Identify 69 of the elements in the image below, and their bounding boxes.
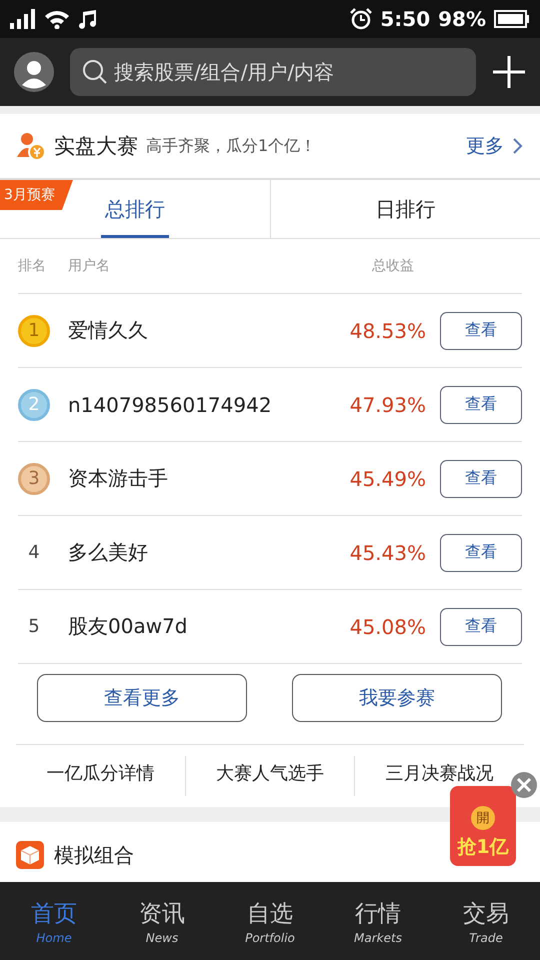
slogan-text: 高手齐聚，瓜分1个亿！ [146, 136, 318, 156]
view-button[interactable]: 查看 [440, 608, 522, 646]
column-header: 用户名 [68, 257, 111, 275]
promo-envelope[interactable]: 開 抢1亿 [450, 786, 516, 866]
total-return: 48.53% [350, 318, 426, 342]
nav-label: 资讯 [139, 900, 185, 928]
search-field[interactable]: 搜索股票/组合/用户/内容 [70, 48, 476, 96]
column-header: 总收益 [372, 257, 415, 275]
nav-label: 行情 [355, 900, 401, 928]
nav-sublabel: Portfolio [245, 930, 295, 944]
nav-label: 首页 [31, 900, 77, 928]
nav-tab[interactable]: 交易 Trade [432, 882, 540, 960]
total-return: 47.93% [350, 392, 426, 416]
user-name: 爱情久久 [68, 317, 149, 344]
nav-tab[interactable]: 首页 Home [0, 882, 108, 960]
user-name: 多么美好 [68, 539, 149, 566]
seal-text: 開 [471, 806, 495, 830]
chevron-right-icon[interactable] [512, 137, 524, 155]
battery-icon [494, 10, 530, 28]
nav-tab[interactable]: 行情 Markets [324, 882, 432, 960]
search-placeholder: 搜索股票/组合/用户/内容 [114, 58, 334, 86]
nav-label: 自选 [247, 900, 293, 928]
column-header: 排名 [18, 257, 47, 275]
view-button[interactable]: 查看 [440, 534, 522, 572]
clock-time: 5:50 [380, 7, 430, 31]
action-button[interactable]: 查看更多 [37, 674, 247, 722]
nav-sublabel: Home [36, 930, 72, 944]
round-badge: 3月预赛 [0, 180, 73, 210]
section-title: 模拟组合 [54, 842, 134, 868]
nav-label: 交易 [463, 900, 509, 928]
alarm-clock-icon [350, 8, 372, 30]
contest-link[interactable]: 三月决赛战况 [386, 761, 494, 785]
promo-label: 抢1亿 [457, 835, 509, 860]
rank-number: 4 [27, 542, 41, 563]
view-button[interactable]: 查看 [440, 460, 522, 498]
view-button[interactable]: 查看 [440, 312, 522, 350]
music-note-icon [78, 9, 98, 29]
ranking-tab[interactable]: 日排行 [371, 196, 440, 238]
nav-sublabel: Trade [469, 930, 503, 944]
rank-medal: 2 [18, 388, 50, 420]
plus-icon[interactable] [492, 55, 526, 89]
contest-link[interactable]: 一亿瓜分详情 [46, 761, 154, 785]
nav-sublabel: News [146, 930, 178, 944]
user-name: 股友00aw7d [68, 613, 188, 640]
rank-number: 5 [27, 616, 41, 637]
rank-medal: 1 [18, 314, 50, 346]
action-button[interactable]: 我要参赛 [292, 674, 502, 722]
cube-icon [16, 841, 44, 869]
total-return: 45.43% [350, 540, 426, 564]
wifi-icon [44, 9, 70, 29]
contest-link[interactable]: 大赛人气选手 [216, 761, 324, 785]
user-name: 资本游击手 [68, 465, 169, 492]
nav-sublabel: Markets [354, 930, 402, 944]
trophy-user-icon [16, 131, 46, 161]
search-icon [82, 59, 108, 85]
total-return: 45.49% [350, 466, 426, 490]
more-link[interactable]: 更多 [466, 133, 504, 159]
rank-medal: 3 [18, 462, 50, 494]
avatar-icon[interactable] [14, 52, 54, 92]
total-return: 45.08% [350, 614, 426, 638]
close-icon[interactable] [510, 771, 538, 799]
user-name: n140798560174942 [68, 392, 273, 416]
battery-percent: 98% [438, 7, 486, 31]
ranking-tab[interactable]: 总排行 [100, 196, 169, 238]
signal-icon [10, 9, 36, 29]
view-button[interactable]: 查看 [440, 386, 522, 424]
nav-tab[interactable]: 自选 Portfolio [216, 882, 324, 960]
nav-tab[interactable]: 资讯 News [108, 882, 216, 960]
section-title: 实盘大赛 [54, 133, 138, 160]
